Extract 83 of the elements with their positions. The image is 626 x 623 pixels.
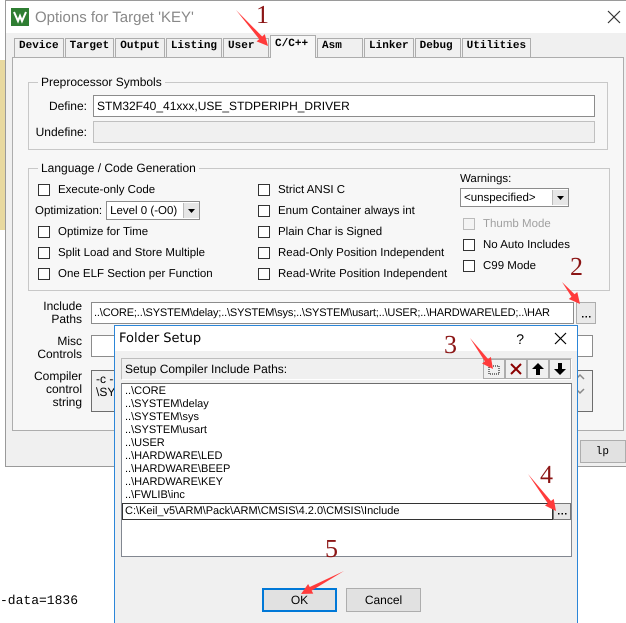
field-label: Compiler control string [32, 370, 82, 411]
console-text: -data=1836 [0, 593, 78, 608]
checkbox[interactable] [258, 204, 270, 216]
optimization-dropdown[interactable]: Level 0 (-O0) [106, 201, 200, 220]
list-item[interactable]: ..\HARDWARE\LED [122, 450, 222, 463]
field-label: Undefine: [35, 125, 87, 139]
annotation-arrow [562, 282, 580, 304]
checkbox-label[interactable]: Split Load and Store Multiple [58, 246, 206, 258]
field-label: Define: [48, 99, 87, 113]
checkbox-label[interactable]: Strict ANSI C [278, 184, 346, 196]
tab[interactable]: Utilities [462, 38, 532, 57]
up-arrow-icon [531, 362, 545, 376]
tab[interactable]: Asm [317, 38, 364, 57]
checkbox[interactable] [258, 226, 270, 238]
delete-button[interactable] [505, 359, 527, 379]
list-item[interactable]: ..\USER [122, 437, 165, 450]
annotation-arrow [301, 571, 344, 594]
checkbox[interactable] [258, 184, 270, 196]
tab[interactable]: Debug [414, 38, 461, 57]
checkbox-label[interactable]: Plain Char is Signed [278, 226, 382, 238]
tab[interactable]: Linker [364, 38, 414, 57]
move-up-button[interactable] [527, 359, 549, 379]
list-item[interactable]: ..\SYSTEM\delay [122, 398, 209, 411]
checkbox-label[interactable]: One ELF Section per Function [58, 268, 213, 280]
checkbox[interactable] [258, 268, 270, 280]
app-icon [11, 8, 29, 26]
toolbar-label: Setup Compiler Include Paths: [125, 362, 288, 376]
checkbox[interactable] [463, 238, 475, 250]
annotation-arrow [470, 338, 493, 369]
window-title: Options for Target 'KEY' [35, 8, 194, 26]
down-arrow-icon [553, 362, 567, 376]
list-item[interactable]: ..\FWLIB\inc [122, 489, 185, 502]
field-label: Optimization: [35, 204, 102, 216]
delete-icon [509, 362, 523, 376]
checkbox-label[interactable]: Optimize for Time [58, 226, 148, 238]
checkbox-label[interactable]: C99 Mode [483, 260, 536, 272]
close-icon[interactable] [554, 332, 567, 345]
field-label: Include Paths [42, 300, 82, 326]
tab[interactable]: Device [14, 38, 64, 57]
step-number: 5 [325, 536, 338, 562]
field-label: Warnings: [460, 173, 512, 185]
tab[interactable]: Output [115, 38, 165, 57]
list-item[interactable]: ..\SYSTEM\usart [122, 424, 207, 437]
checkbox[interactable] [38, 226, 50, 238]
browse-button[interactable] [553, 503, 571, 520]
input-field[interactable]: ..\CORE;..\SYSTEM\delay;..\SYSTEM\sys;..\SYSTEM\usart;..\USER;..\HARDWARE\LED;..\HAR [91, 302, 574, 324]
checkbox[interactable] [38, 246, 50, 258]
move-down-button[interactable] [549, 359, 571, 379]
caret-icon [188, 208, 196, 212]
checkbox[interactable] [463, 260, 475, 272]
input-field[interactable]: C:\Keil_v5\ARM\Pack\ARM\CMSIS\4.2.0\CMSIS\Include [122, 503, 553, 520]
group-title: Language / Code Generation [40, 161, 197, 175]
checkbox-label[interactable]: Read-Write Position Independent [278, 268, 448, 280]
help-button[interactable]: lp [580, 440, 626, 463]
checkbox-label[interactable]: Read-Only Position Independent [278, 246, 444, 258]
cancel-button[interactable]: Cancel [346, 588, 421, 612]
list-item[interactable]: ..\HARDWARE\KEY [122, 476, 223, 489]
step-number: 1 [256, 2, 269, 28]
tab[interactable]: C/C++ [270, 35, 316, 58]
input-field[interactable]: STM32F40_41xxx,USE_STDPERIPH_DRIVER [93, 95, 595, 117]
ok-button[interactable]: OK [262, 588, 337, 612]
group-title: Preprocessor Symbols [40, 75, 163, 89]
close-icon[interactable] [607, 10, 621, 24]
help-button[interactable]: ? [516, 330, 524, 346]
list-item[interactable]: ..\HARDWARE\BEEP [122, 463, 230, 476]
window-title: Folder Setup [119, 331, 202, 346]
checkbox[interactable] [38, 184, 50, 196]
checkbox-label[interactable]: No Auto Includes [483, 238, 570, 250]
field-label: Misc Controls [36, 335, 82, 361]
list-item[interactable]: ..\CORE [122, 385, 166, 398]
checkbox[interactable] [258, 246, 270, 258]
checkbox[interactable] [38, 268, 50, 280]
tab[interactable]: Listing [166, 38, 222, 57]
caret-icon [557, 196, 564, 200]
step-number: 3 [444, 332, 457, 358]
step-number: 2 [570, 254, 583, 280]
list-item[interactable]: ..\SYSTEM\sys [122, 411, 199, 424]
checkbox-label[interactable]: Execute-only Code [58, 184, 156, 196]
tab[interactable]: Target [64, 38, 114, 57]
checkbox-label[interactable]: Enum Container always int [278, 204, 415, 216]
warnings-dropdown[interactable]: <unspecified> [460, 188, 569, 207]
step-number: 4 [540, 462, 553, 488]
tab[interactable]: User [223, 38, 270, 57]
